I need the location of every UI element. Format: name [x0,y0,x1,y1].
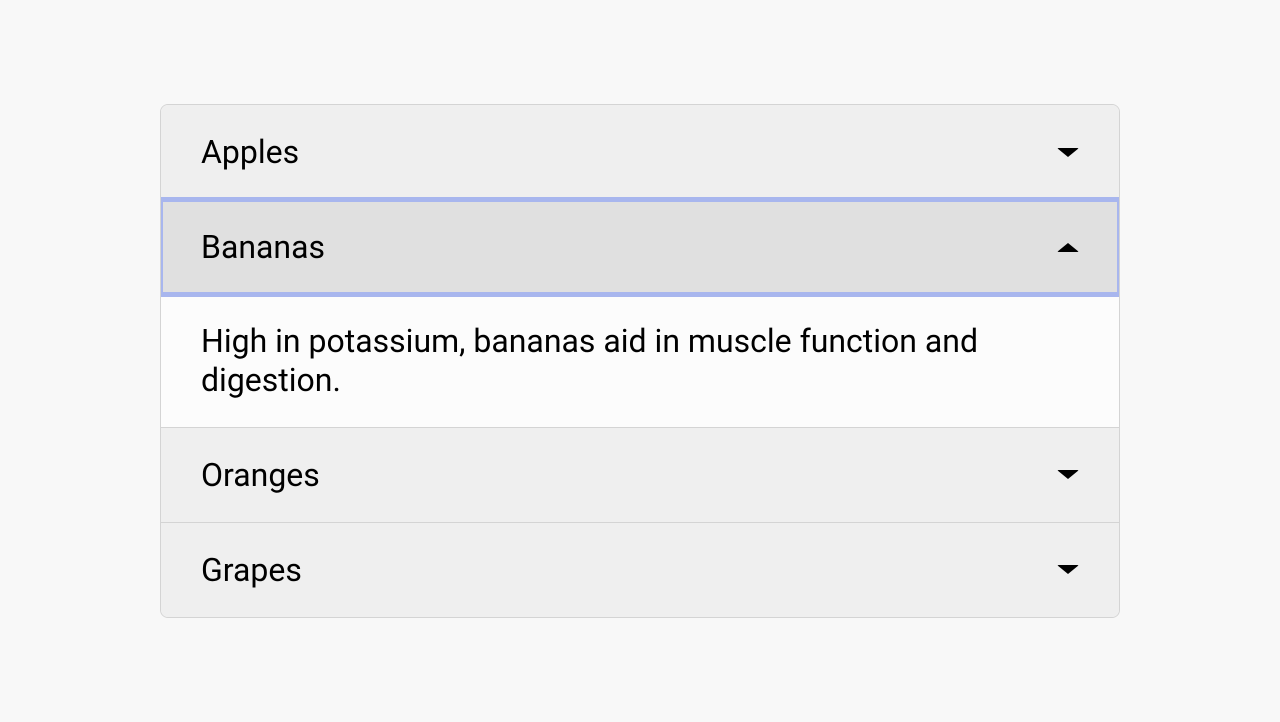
accordion-label: Grapes [201,551,302,589]
accordion-label: Bananas [201,228,325,266]
chevron-down-icon [1057,565,1079,574]
accordion-item-apples: Apples [161,105,1119,200]
chevron-down-icon [1057,148,1079,157]
accordion-header-bananas[interactable]: Bananas [161,200,1119,294]
accordion-label: Oranges [201,456,320,494]
accordion-label: Apples [201,133,299,171]
accordion-header-oranges[interactable]: Oranges [161,428,1119,522]
accordion: Apples Bananas High in potassium, banana… [160,104,1120,618]
accordion-body-text: High in potassium, bananas aid in muscle… [201,322,978,398]
accordion-header-grapes[interactable]: Grapes [161,523,1119,617]
chevron-up-icon [1057,243,1079,252]
accordion-header-apples[interactable]: Apples [161,105,1119,199]
accordion-item-oranges: Oranges [161,428,1119,523]
accordion-body-bananas: High in potassium, bananas aid in muscle… [161,294,1119,427]
accordion-item-grapes: Grapes [161,523,1119,617]
chevron-down-icon [1057,470,1079,479]
accordion-item-bananas: Bananas High in potassium, bananas aid i… [161,200,1119,428]
